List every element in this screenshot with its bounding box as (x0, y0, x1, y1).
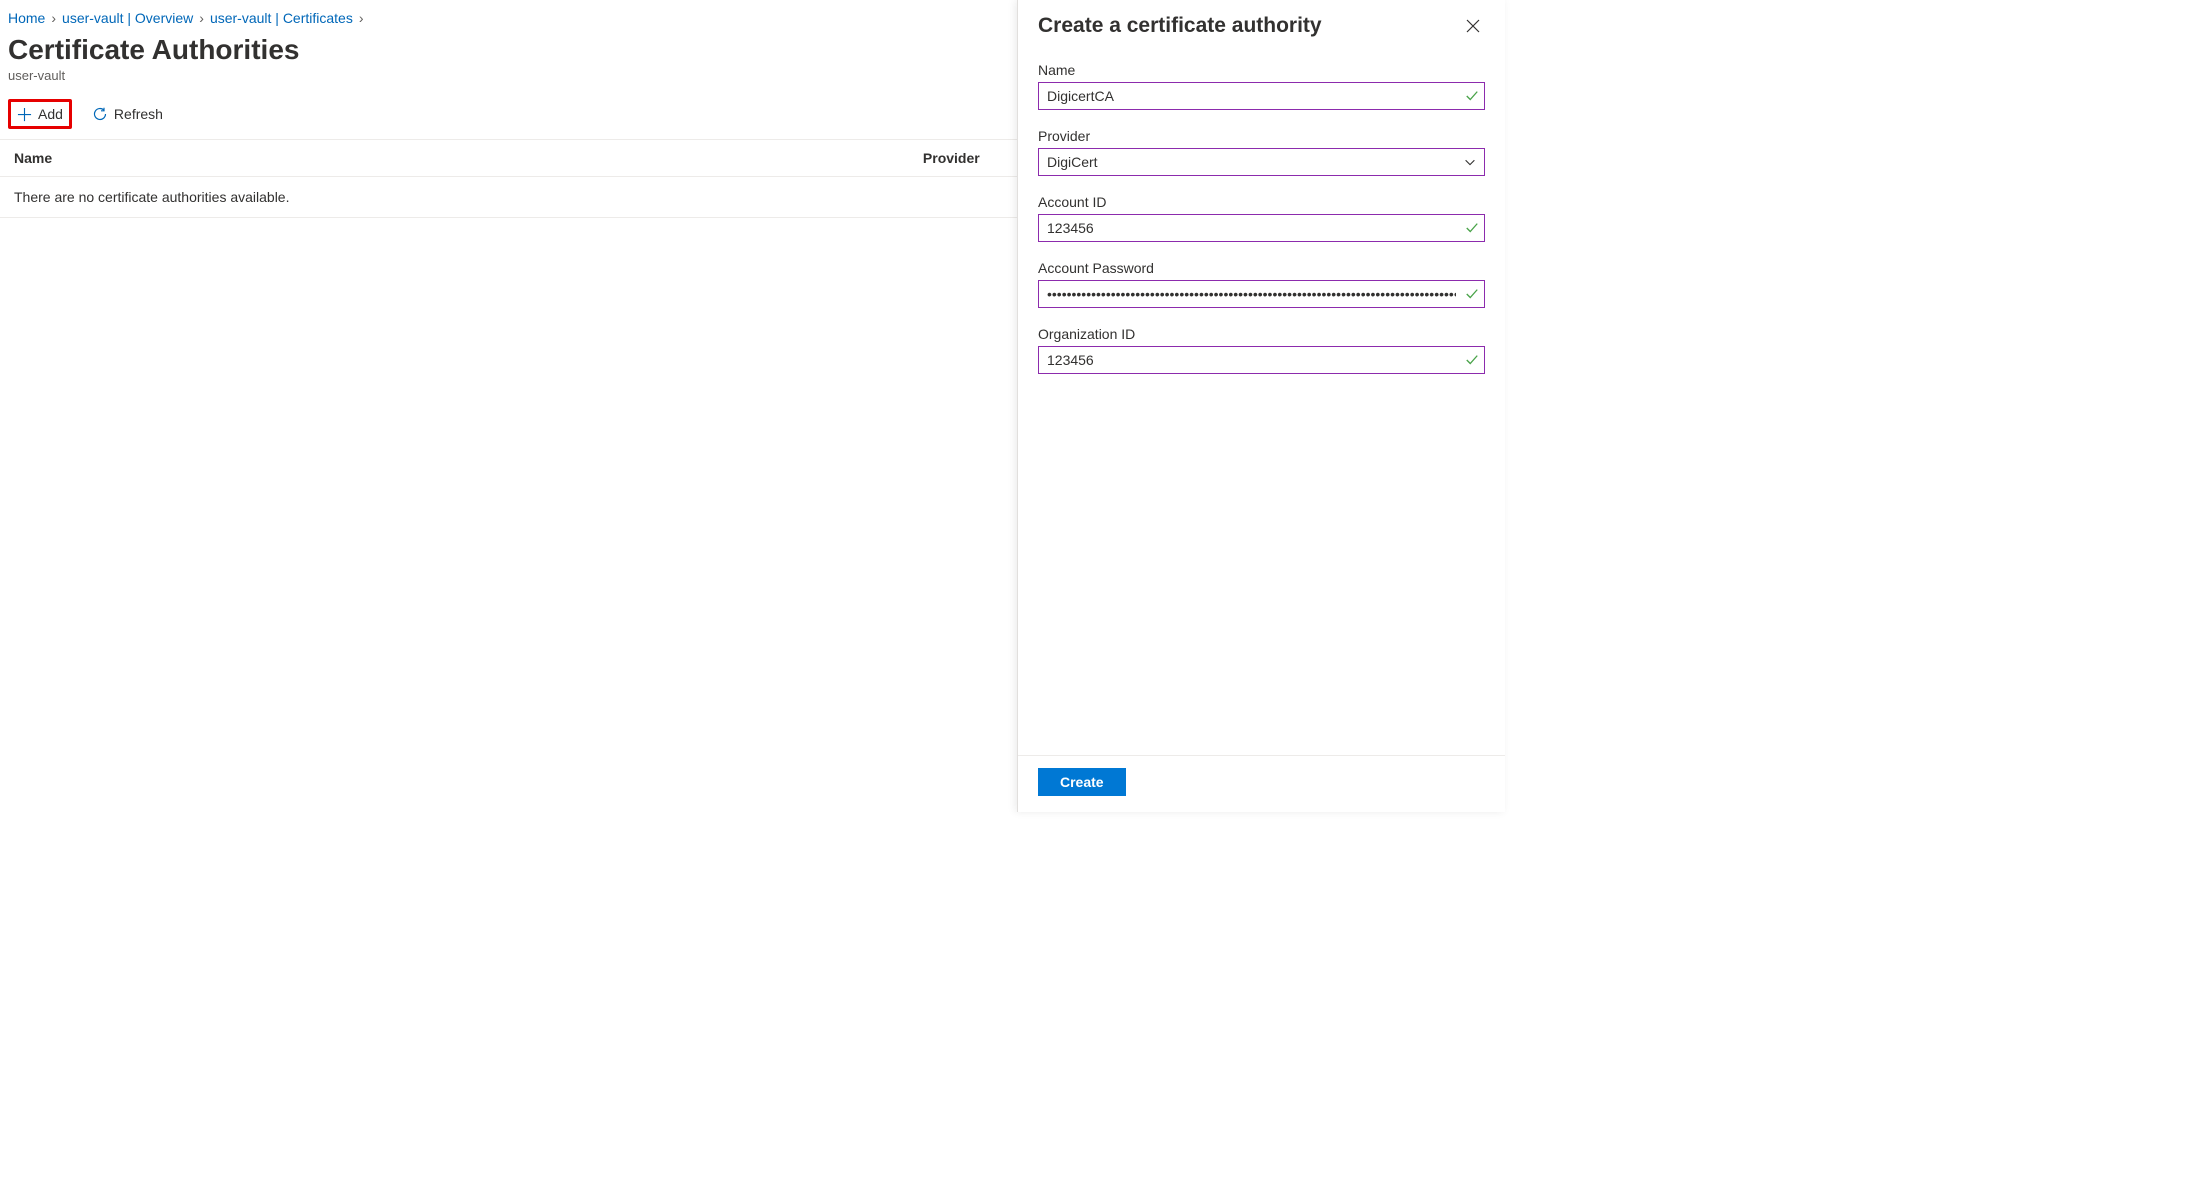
create-button[interactable]: Create (1038, 768, 1126, 796)
add-button[interactable]: Add (8, 99, 72, 129)
account-password-label: Account Password (1038, 260, 1485, 276)
close-panel-button[interactable] (1461, 14, 1485, 38)
create-ca-panel: Create a certificate authority Name Prov… (1017, 0, 1505, 812)
panel-title: Create a certificate authority (1038, 14, 1322, 38)
provider-select[interactable]: DigiCert (1038, 148, 1485, 176)
refresh-icon (92, 106, 108, 122)
name-label: Name (1038, 62, 1485, 78)
column-header-name[interactable]: Name (14, 150, 923, 166)
breadcrumb-overview[interactable]: user-vault | Overview (62, 10, 193, 26)
account-password-input[interactable] (1038, 280, 1485, 308)
refresh-button[interactable]: Refresh (86, 102, 169, 126)
breadcrumb-certificates[interactable]: user-vault | Certificates (210, 10, 353, 26)
organization-id-input[interactable] (1038, 346, 1485, 374)
name-input[interactable] (1038, 82, 1485, 110)
chevron-right-icon: › (51, 10, 56, 26)
plus-icon (17, 107, 32, 122)
check-icon (1465, 221, 1479, 235)
refresh-button-label: Refresh (114, 106, 163, 122)
organization-id-label: Organization ID (1038, 326, 1485, 342)
close-icon (1465, 18, 1481, 34)
check-icon (1465, 89, 1479, 103)
breadcrumb-home[interactable]: Home (8, 10, 45, 26)
account-id-label: Account ID (1038, 194, 1485, 210)
check-icon (1465, 287, 1479, 301)
add-button-label: Add (38, 106, 63, 122)
chevron-right-icon: › (199, 10, 204, 26)
account-id-input[interactable] (1038, 214, 1485, 242)
check-icon (1465, 353, 1479, 367)
chevron-right-icon: › (359, 10, 364, 26)
provider-label: Provider (1038, 128, 1485, 144)
